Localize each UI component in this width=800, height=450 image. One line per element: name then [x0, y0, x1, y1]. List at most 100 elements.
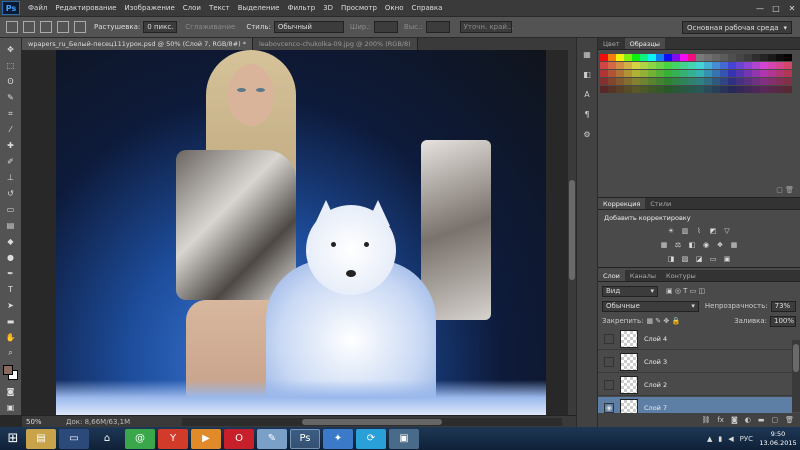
- antialias-checkbox[interactable]: Сглаживание: [185, 23, 235, 31]
- color-swatch[interactable]: [648, 70, 656, 77]
- history-icon[interactable]: ▦: [581, 48, 593, 60]
- color-swatch[interactable]: [784, 70, 792, 77]
- add-selection-icon[interactable]: [40, 21, 52, 33]
- height-input[interactable]: [425, 21, 450, 33]
- color-swatch[interactable]: [768, 62, 776, 69]
- tab-swatches[interactable]: Образцы: [624, 38, 665, 49]
- vertical-scroll-thumb[interactable]: [569, 180, 575, 280]
- gradient-map-icon[interactable]: ▭: [708, 254, 718, 264]
- color-swatch[interactable]: [728, 70, 736, 77]
- link-layers-icon[interactable]: ⛓: [701, 416, 710, 424]
- color-swatch[interactable]: [616, 78, 624, 85]
- color-swatch[interactable]: [752, 78, 760, 85]
- color-swatch[interactable]: [712, 86, 720, 93]
- properties-icon[interactable]: ◧: [581, 68, 593, 80]
- color-swatch[interactable]: [688, 86, 696, 93]
- color-swatch[interactable]: [648, 62, 656, 69]
- color-swatch[interactable]: [600, 70, 608, 77]
- horizontal-scroll-thumb[interactable]: [302, 419, 442, 425]
- color-swatch[interactable]: [640, 78, 648, 85]
- color-swatch[interactable]: [608, 86, 616, 93]
- marquee-preset-icon[interactable]: [6, 21, 18, 33]
- mail-app-icon[interactable]: @: [125, 428, 155, 449]
- color-swatch[interactable]: [672, 62, 680, 69]
- subtract-selection-icon[interactable]: [57, 21, 69, 33]
- tab-paths[interactable]: Контуры: [661, 270, 701, 281]
- color-swatch[interactable]: [600, 78, 608, 85]
- color-swatch[interactable]: [752, 70, 760, 77]
- crop-tool-icon[interactable]: ⌗: [4, 108, 18, 120]
- color-swatch[interactable]: [768, 54, 776, 61]
- color-swatch[interactable]: [752, 62, 760, 69]
- color-swatch[interactable]: [744, 70, 752, 77]
- character-icon[interactable]: A: [581, 88, 593, 100]
- color-swatch[interactable]: [688, 54, 696, 61]
- menu-3d[interactable]: 3D: [319, 4, 337, 12]
- lock-icons[interactable]: ▦ ✎ ✥ 🔒: [646, 317, 680, 325]
- color-swatch[interactable]: [680, 62, 688, 69]
- color-swatch[interactable]: [776, 70, 784, 77]
- color-swatch[interactable]: [752, 54, 760, 61]
- menu-window[interactable]: Окно: [381, 4, 408, 12]
- vertical-scrollbar[interactable]: [568, 50, 576, 415]
- color-swatch[interactable]: [608, 70, 616, 77]
- exposure-icon[interactable]: ◩: [708, 226, 718, 236]
- vibrance-icon[interactable]: ▽: [722, 226, 732, 236]
- invert-icon[interactable]: ◨: [666, 254, 676, 264]
- visibility-toggle[interactable]: [604, 356, 614, 367]
- photo-filter-icon[interactable]: ◉: [701, 240, 711, 250]
- color-swatch[interactable]: [648, 78, 656, 85]
- width-input[interactable]: [373, 21, 398, 33]
- color-swatch[interactable]: [784, 78, 792, 85]
- trash-icon[interactable]: 🗑: [785, 416, 794, 424]
- color-swatch[interactable]: [624, 70, 632, 77]
- paragraph-icon[interactable]: ¶: [581, 108, 593, 120]
- color-swatch[interactable]: [656, 78, 664, 85]
- color-swatch[interactable]: [776, 86, 784, 93]
- layer-row[interactable]: Слой 4: [598, 328, 792, 350]
- color-swatch[interactable]: [728, 62, 736, 69]
- dodge-tool-icon[interactable]: ●: [4, 252, 18, 264]
- trash-icon[interactable]: 🗑: [785, 186, 794, 194]
- color-swatch[interactable]: [728, 86, 736, 93]
- color-balance-icon[interactable]: ⚖: [673, 240, 683, 250]
- color-lookup-icon[interactable]: ▦: [729, 240, 739, 250]
- brush-tool-icon[interactable]: ✐: [4, 156, 18, 168]
- menu-file[interactable]: Файл: [24, 4, 51, 12]
- history-brush-icon[interactable]: ↺: [4, 188, 18, 200]
- color-swatch[interactable]: [704, 54, 712, 61]
- color-swatch[interactable]: [672, 78, 680, 85]
- healing-tool-icon[interactable]: ✚: [4, 140, 18, 152]
- new-layer-icon[interactable]: ▢: [771, 416, 778, 424]
- marquee-tool-icon[interactable]: ⬚: [4, 60, 18, 72]
- menu-edit[interactable]: Редактирование: [51, 4, 120, 12]
- tab-styles[interactable]: Стили: [645, 198, 676, 209]
- color-swatch[interactable]: [688, 70, 696, 77]
- color-swatch[interactable]: [608, 78, 616, 85]
- color-swatch[interactable]: [736, 62, 744, 69]
- color-swatch[interactable]: [656, 86, 664, 93]
- computer-app-icon[interactable]: ▭: [59, 428, 89, 449]
- tab-adjustments[interactable]: Коррекция: [598, 198, 646, 209]
- color-swatch[interactable]: [632, 86, 640, 93]
- maximize-button[interactable]: □: [768, 0, 784, 16]
- menu-view[interactable]: Просмотр: [337, 4, 381, 12]
- color-swatch[interactable]: [632, 78, 640, 85]
- color-swatch[interactable]: [776, 62, 784, 69]
- color-swatch[interactable]: [600, 86, 608, 93]
- selective-color-icon[interactable]: ▣: [722, 254, 732, 264]
- color-swatch[interactable]: [656, 62, 664, 69]
- opera-browser-icon[interactable]: O: [224, 428, 254, 449]
- color-swatch[interactable]: [784, 86, 792, 93]
- tab-document-2[interactable]: leabovcenco-chukolka-09.jpg @ 200% (RGB/…: [253, 38, 418, 50]
- color-swatch[interactable]: [744, 78, 752, 85]
- feather-input[interactable]: 0 пикс.: [143, 21, 178, 33]
- color-swatch[interactable]: [632, 70, 640, 77]
- color-swatch[interactable]: [696, 70, 704, 77]
- menu-image[interactable]: Изображение: [120, 4, 178, 12]
- color-swatch[interactable]: [632, 54, 640, 61]
- color-swatch[interactable]: [616, 86, 624, 93]
- workspace-select[interactable]: Основная рабочая среда ▾: [682, 21, 792, 34]
- explorer-app-icon[interactable]: ▤: [26, 428, 56, 449]
- color-swatch[interactable]: [728, 54, 736, 61]
